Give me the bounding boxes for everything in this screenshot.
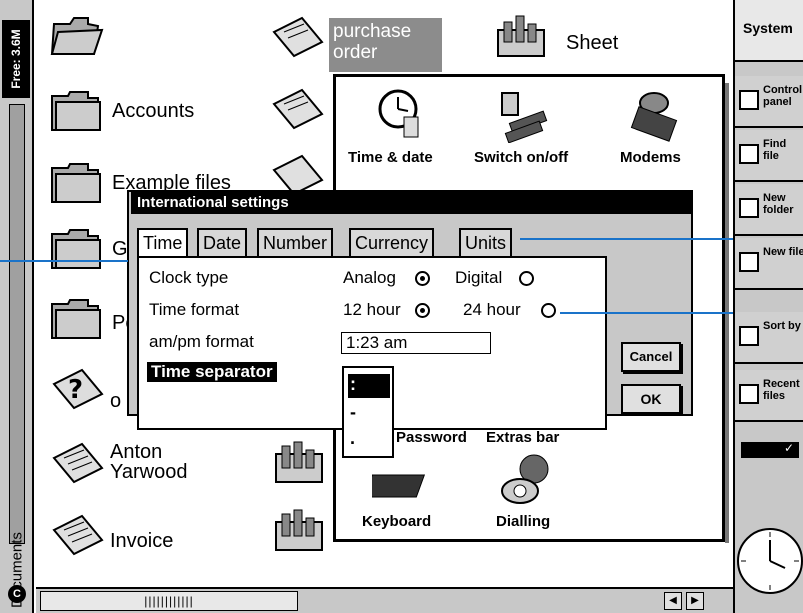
tab-units[interactable]: Units [459,228,513,258]
bottom-scrollbar: |||||||||||| ◀ ▶ [36,587,733,613]
checkbox-toggle[interactable]: ✓ [741,441,799,458]
document-label[interactable]: Anton Yarwood [110,442,187,482]
clock-icon [737,528,803,594]
sheet-label[interactable]: Sheet [566,32,618,55]
scroll-right-icon[interactable]: ▶ [686,592,704,610]
sidebar-item-control-panel[interactable]: Control panel [735,76,803,128]
spreadsheet-icon[interactable] [272,440,328,486]
ok-button[interactable]: OK [621,384,681,414]
callout-line [0,260,128,262]
tab-number[interactable]: Number [257,228,334,258]
sidebar-item-recent-files[interactable]: Recent files [735,370,803,422]
document-icon[interactable] [270,14,326,60]
international-settings-dialog: International settings Time Date Number … [127,190,693,430]
check-icon: ✓ [783,441,794,455]
control-panel-item-label[interactable]: Switch on/off [474,149,568,166]
analog-radio[interactable] [415,271,430,286]
scrollbar-thumb[interactable]: |||||||||||| [40,591,298,611]
sidebar: System Control panel Find file New folde… [733,0,803,613]
24-hour-option-label[interactable]: 24 hour [463,300,521,320]
separator-option[interactable]: : [348,374,390,398]
scroll-left-icon[interactable]: ◀ [664,592,682,610]
dialog-title: International settings [131,192,691,214]
time-format-label: Time format [149,300,240,319]
modem-icon[interactable] [626,83,682,148]
digital-option-label[interactable]: Digital [455,268,502,288]
12-hour-option-label[interactable]: 12 hour [343,300,401,320]
purchase-order-label[interactable]: purchase order [329,18,442,72]
control-panel-item-label[interactable]: Modems [620,149,681,166]
sidebar-item-find-file[interactable]: Find file [735,130,803,182]
folder-icon[interactable] [48,12,104,58]
separator-option[interactable]: - [348,402,390,426]
clock-icon[interactable] [376,85,424,148]
help-document-icon[interactable]: ? [50,366,106,412]
tab-time[interactable]: Time [137,228,189,258]
digital-radio[interactable] [519,271,534,286]
logo-icon[interactable]: C [8,585,26,603]
time-separator-list[interactable]: : - . [342,366,394,458]
control-panel-icon [739,90,759,110]
sidebar-item-new-file[interactable]: New file [735,238,803,290]
recent-files-icon [739,384,759,404]
ampm-format-field[interactable]: 1:23 am [341,332,491,354]
12-hour-radio[interactable] [415,303,430,318]
batteries-icon[interactable] [496,87,552,148]
separator-option[interactable]: . [348,428,390,452]
clock-type-label: Clock type [149,268,229,287]
tab-date[interactable]: Date [197,228,248,258]
control-panel-item-label[interactable]: Time & date [348,149,433,166]
spreadsheet-icon[interactable] [272,508,328,554]
document-label[interactable]: o [110,390,121,413]
new-file-icon [739,252,759,272]
folder-icon[interactable] [48,88,104,134]
free-space-indicator: Free: 3.6M [2,20,30,98]
sort-icon [739,326,759,346]
ampm-format-label: am/pm format [149,332,254,351]
find-file-icon [739,144,759,164]
folder-label[interactable]: Accounts [112,100,194,123]
document-icon[interactable] [270,86,326,132]
system-button[interactable]: System [735,0,803,62]
analog-option-label[interactable]: Analog [343,268,396,288]
document-icon[interactable] [50,440,106,486]
control-panel-item-label[interactable]: Dialling [496,513,550,530]
control-panel-item-label[interactable]: Extras bar [486,429,559,446]
folder-icon[interactable] [48,296,104,342]
free-space-bar [9,104,25,544]
keyboard-icon[interactable] [363,465,432,510]
new-folder-icon [739,198,759,218]
time-separator-label: Time separator [147,362,277,382]
phone-icon[interactable] [496,449,556,514]
cancel-button[interactable]: Cancel [621,342,681,372]
document-icon[interactable] [50,512,106,558]
24-hour-radio[interactable] [541,303,556,318]
sidebar-item-new-folder[interactable]: New folder [735,184,803,236]
sidebar-item-sort-by[interactable]: Sort by [735,312,803,364]
folder-icon[interactable] [48,226,104,272]
folder-icon[interactable] [48,160,104,206]
document-label[interactable]: Invoice [110,530,173,553]
spreadsheet-icon[interactable] [494,14,550,60]
svg-text:?: ? [68,375,83,405]
tab-currency[interactable]: Currency [349,228,435,258]
control-panel-item-label[interactable]: Password [396,429,467,446]
control-panel-item-label[interactable]: Keyboard [362,513,431,530]
